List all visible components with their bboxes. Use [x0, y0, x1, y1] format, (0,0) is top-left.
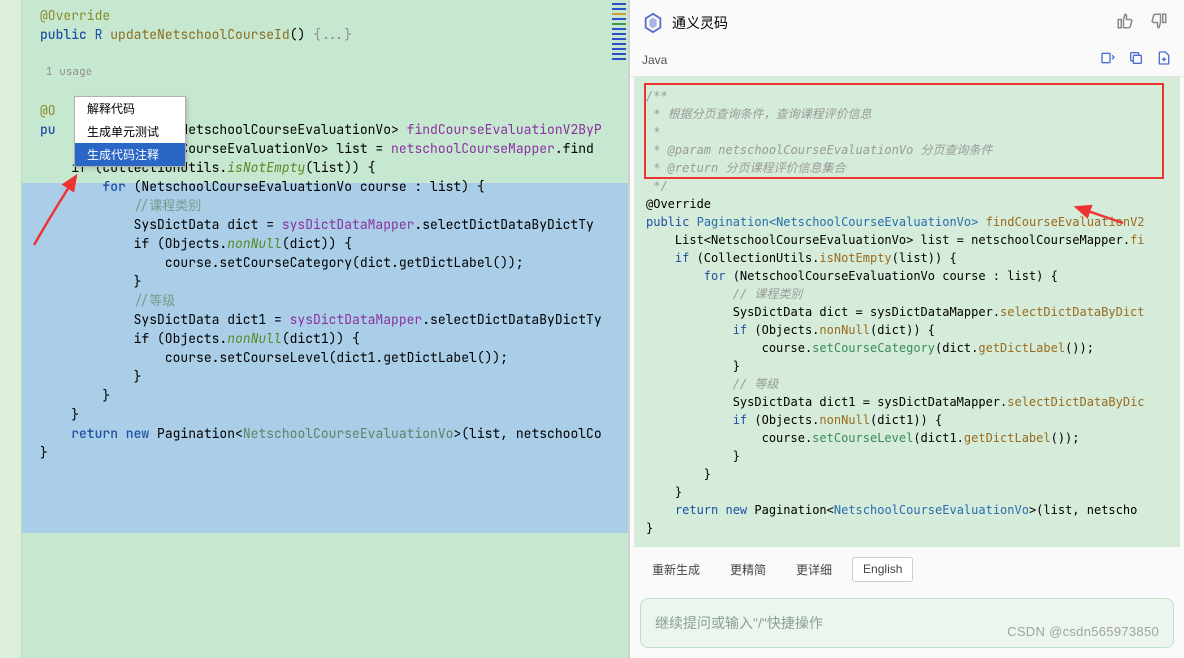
- ai-assistant-panel: 通义灵码 Java /** * 根据分页查询条件，查询课程评价信息 * * @p…: [630, 0, 1184, 658]
- ai-input-placeholder: 继续提问或输入"/"快捷操作: [655, 615, 823, 631]
- more-detailed-button[interactable]: 更详细: [786, 557, 842, 582]
- code-editor[interactable]: @Override public R updateNetschoolCourse…: [0, 0, 628, 468]
- thumbs-up-icon[interactable]: [1112, 8, 1138, 38]
- menu-item-explain-code[interactable]: 解释代码: [75, 97, 185, 120]
- watermark-text: CSDN @csdn565973850: [1007, 624, 1159, 639]
- fold-marker[interactable]: {...}: [313, 26, 352, 43]
- english-button[interactable]: English: [852, 557, 913, 582]
- annotation-arrow-left: [24, 170, 84, 250]
- new-file-icon[interactable]: [1156, 50, 1172, 70]
- usage-hint[interactable]: 1 usage: [40, 63, 628, 82]
- annotation-override: @Override: [40, 7, 110, 24]
- more-concise-button[interactable]: 更精简: [720, 557, 776, 582]
- annotation-arrow-right: [1068, 201, 1128, 231]
- ai-header: 通义灵码: [630, 0, 1184, 46]
- ai-action-buttons: 重新生成 更精简 更详细 English: [630, 547, 1184, 592]
- editor-panel: @Override public R updateNetschoolCourse…: [0, 0, 630, 658]
- insert-code-icon[interactable]: [1100, 50, 1116, 70]
- ai-input-box[interactable]: 继续提问或输入"/"快捷操作 CSDN @csdn565973850: [640, 598, 1174, 648]
- regenerate-button[interactable]: 重新生成: [642, 557, 710, 582]
- menu-item-gen-doc-comment[interactable]: 生成代码注释: [75, 143, 185, 166]
- ai-code-toolbar: Java: [630, 46, 1184, 77]
- tongyi-logo-icon: [642, 12, 664, 34]
- thumbs-down-icon[interactable]: [1146, 8, 1172, 38]
- copy-icon[interactable]: [1128, 50, 1144, 70]
- context-menu: 解释代码 生成单元测试 生成代码注释: [74, 96, 186, 167]
- language-label: Java: [642, 53, 1088, 67]
- ai-code-output[interactable]: /** * 根据分页查询条件，查询课程评价信息 * * @param netsc…: [634, 77, 1180, 547]
- ai-title: 通义灵码: [672, 13, 1104, 33]
- menu-item-gen-unit-test[interactable]: 生成单元测试: [75, 120, 185, 143]
